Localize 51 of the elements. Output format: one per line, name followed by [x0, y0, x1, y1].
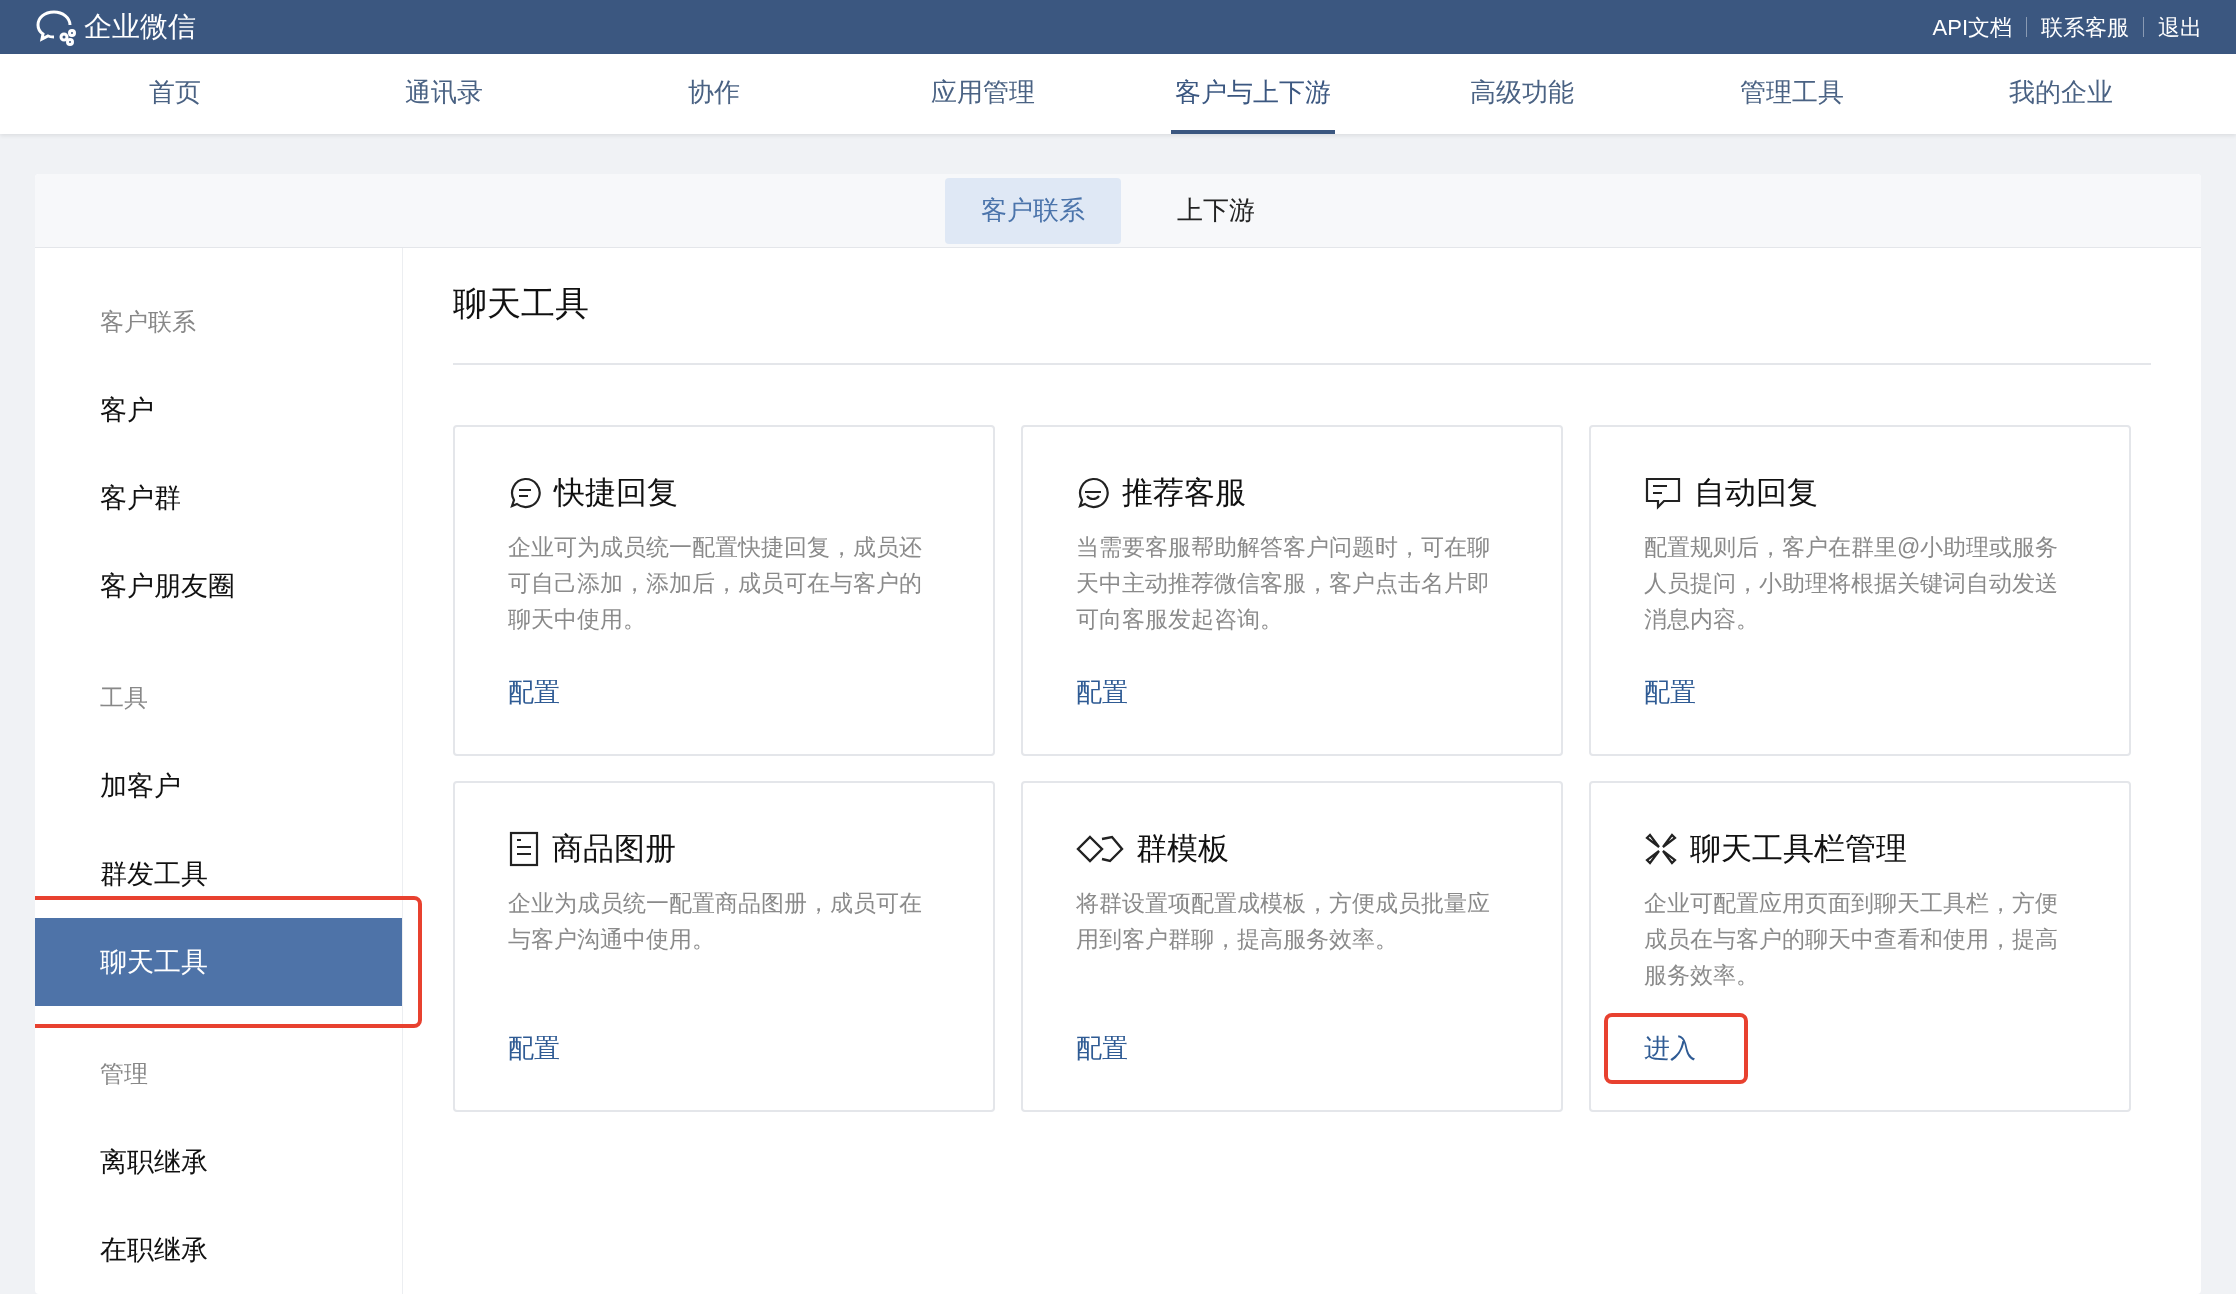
- nav-tab[interactable]: 通讯录: [401, 54, 488, 134]
- sub-tab[interactable]: 客户联系: [945, 177, 1121, 244]
- sidebar-group-label: 管理: [99, 1059, 149, 1089]
- sidebar-group-label: 客户联系: [99, 307, 197, 337]
- sidebar-item[interactable]: 离职继承: [35, 1118, 402, 1206]
- nav-tab[interactable]: 高级功能: [1466, 54, 1579, 134]
- section-title: 聊天工具: [453, 278, 2151, 365]
- card-action-link[interactable]: 配置: [1644, 677, 1696, 707]
- header-link[interactable]: 联系客服: [2041, 10, 2129, 44]
- sidebar-item[interactable]: 客户群: [35, 454, 402, 542]
- card-action-link[interactable]: 配置: [508, 1033, 560, 1063]
- card-description: 将群设置项配置成模板，方便成员批量应用到客户群聊，提高服务效率。: [1076, 889, 1491, 954]
- nav-tab[interactable]: 首页: [144, 54, 205, 134]
- chat-bubbles-icon: [34, 8, 78, 46]
- logo-text: 企业微信: [84, 10, 196, 44]
- card-description: 企业可配置应用页面到聊天工具栏，方便成员在与客户的聊天中查看和使用，提高服务效率。: [1644, 889, 2059, 990]
- card-description: 当需要客服帮助解答客户问题时，可在聊天中主动推荐微信客服，客户点击名片即可向客服发起咨询。: [1076, 533, 1491, 634]
- header-link[interactable]: 退出: [2158, 10, 2202, 44]
- nav-tab[interactable]: 协作: [683, 54, 744, 134]
- card-title: 自动回复: [1694, 473, 1818, 512]
- sidebar-item[interactable]: 聊天工具: [35, 918, 402, 1006]
- card-title: 聊天工具栏管理: [1690, 829, 1907, 868]
- sub-tab[interactable]: 上下游: [1141, 177, 1291, 244]
- sidebar-group-label: 工具: [99, 683, 149, 713]
- sidebar-item[interactable]: 群发工具: [35, 830, 402, 918]
- message-icon: [1644, 476, 1682, 510]
- nav-tab[interactable]: 应用管理: [927, 54, 1040, 134]
- card-title: 群模板: [1136, 829, 1229, 868]
- four-leaf-icon: [1644, 832, 1678, 866]
- card-description: 企业可为成员统一配置快捷回复，成员还可自己添加，添加后，成员可在与客户的聊天中使用。: [508, 533, 923, 634]
- sidebar-item[interactable]: 客户: [35, 366, 402, 454]
- card-description: 配置规则后，客户在群里@小助理或服务人员提问，小助理将根据关键词自动发送消息内容。: [1644, 533, 2060, 634]
- sidebar-item[interactable]: 加客户: [35, 742, 402, 830]
- diamonds-icon: [1076, 834, 1124, 864]
- card-title: 推荐客服: [1122, 473, 1246, 512]
- card-description: 企业为成员统一配置商品图册，成员可在与客户沟通中使用。: [508, 889, 923, 954]
- card-action-link[interactable]: 进入: [1644, 1033, 1696, 1063]
- smile-bubble-icon: [1076, 476, 1110, 510]
- chat-lines-icon: [508, 476, 542, 510]
- nav-tab[interactable]: 管理工具: [1735, 54, 1848, 134]
- card-action-link[interactable]: 配置: [1076, 677, 1128, 707]
- sidebar-item[interactable]: 在职继承: [35, 1206, 402, 1294]
- card-action-link[interactable]: 配置: [508, 677, 560, 707]
- nav-tab[interactable]: 客户与上下游: [1170, 54, 1335, 134]
- card-title: 商品图册: [552, 829, 676, 868]
- card-action-link[interactable]: 配置: [1076, 1033, 1128, 1063]
- list-document-icon: [508, 831, 540, 867]
- card-title: 快捷回复: [554, 473, 678, 512]
- nav-tab[interactable]: 我的企业: [2005, 54, 2118, 134]
- sidebar-item[interactable]: 客户朋友圈: [35, 542, 402, 630]
- header-link[interactable]: API文档: [1932, 10, 2012, 44]
